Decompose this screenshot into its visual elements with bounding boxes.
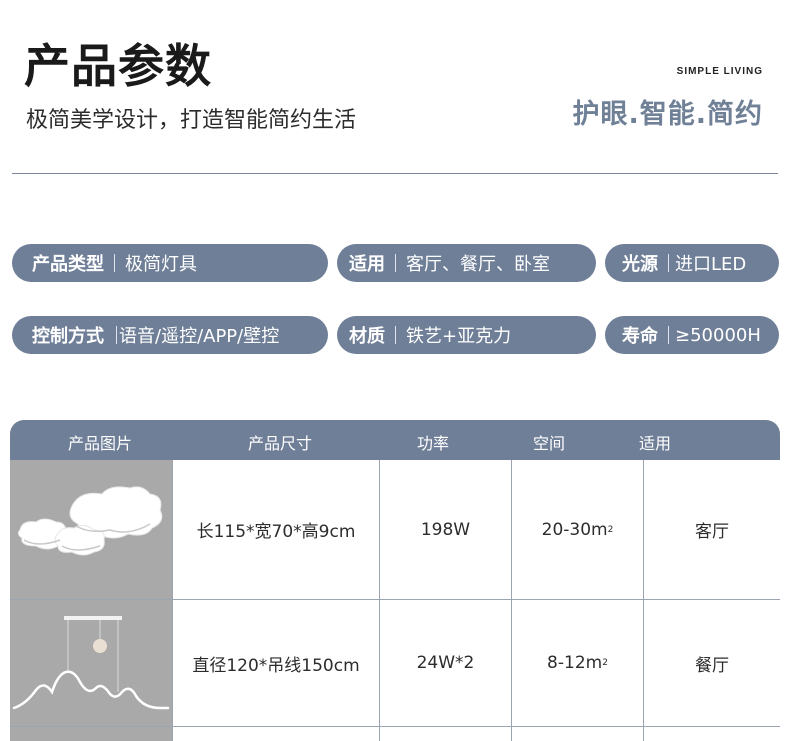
brand-tagline-en: SIMPLE LIVING: [676, 66, 763, 77]
wave-pendant-lamp-icon: [12, 616, 170, 710]
spec-material: 材质 铁艺+亚克力: [337, 316, 596, 354]
column-header-space: 空间: [533, 434, 566, 453]
separator: [395, 254, 396, 272]
spec-control-method: 控制方式 语音/遥控/APP/壁控: [12, 316, 328, 354]
spec-value: 极简灯具: [125, 254, 197, 275]
cloud-ceiling-lamp-icon: [17, 486, 163, 556]
spec-light-source: 光源 进口LED: [605, 244, 779, 282]
power-cell: 24W*2: [416, 653, 475, 673]
separator: [668, 254, 669, 272]
column-header-use: 适用: [639, 434, 672, 453]
power-cell: 198W: [420, 519, 471, 540]
spec-value: 语音/遥控/APP/壁控: [119, 326, 280, 347]
space-value: 8-12m: [547, 653, 603, 673]
table-header: 产品图片 产品尺寸 功率 空间 适用: [10, 420, 780, 460]
brand-tagline-cn: 护眼.智能.简约: [572, 99, 763, 130]
spec-product-type: 产品类型 极简灯具: [12, 244, 328, 282]
column-header-power: 功率: [417, 434, 450, 453]
column-divider: [643, 727, 644, 741]
column-divider: [379, 727, 380, 741]
use-cell: 餐厅: [695, 655, 729, 676]
column-divider: [511, 727, 512, 741]
spec-key: 光源: [622, 254, 658, 275]
spec-value: 铁艺+亚克力: [406, 326, 512, 347]
spec-key: 控制方式: [32, 326, 104, 347]
product-image: [10, 727, 172, 741]
divider: [12, 173, 778, 174]
unit-superscript: 2: [602, 658, 608, 668]
table-row-partial: [10, 727, 780, 741]
size-cell: 直径120*吊线150cm: [192, 655, 360, 676]
product-image: [10, 460, 172, 599]
column-divider: [172, 727, 173, 741]
size-cell: 长115*宽70*高9cm: [196, 522, 356, 542]
space-cell: 8-12m 2: [512, 600, 643, 726]
space-cell: 20-30m 2: [512, 460, 643, 599]
separator: [114, 254, 115, 272]
product-image: [10, 600, 172, 726]
unit-superscript: 2: [607, 524, 614, 535]
column-header-image: 产品图片: [68, 434, 133, 453]
separator: [668, 326, 669, 344]
page-subtitle: 极简美学设计，打造智能简约生活: [26, 108, 357, 133]
spec-value: 进口LED: [675, 254, 747, 275]
column-header-size: 产品尺寸: [248, 434, 313, 453]
spec-key: 产品类型: [32, 254, 104, 275]
use-cell: 客厅: [695, 522, 729, 542]
table-row: 长115*宽70*高9cm 198W 20-30m 2 客厅: [10, 460, 780, 600]
separator: [395, 326, 396, 344]
separator: [116, 326, 117, 344]
spec-value: ≥50000H: [675, 324, 761, 346]
spec-key: 适用: [349, 254, 385, 275]
spec-applicable: 适用 客厅、餐厅、卧室: [337, 244, 596, 282]
spec-value: 客厅、餐厅、卧室: [406, 254, 550, 275]
page-title: 产品参数: [24, 39, 212, 93]
spec-key: 寿命: [622, 326, 658, 347]
spec-lifespan: 寿命 ≥50000H: [605, 316, 779, 354]
space-value: 20-30m: [541, 519, 608, 540]
spec-key: 材质: [349, 326, 385, 347]
table-row: 直径120*吊线150cm 24W*2 8-12m 2 餐厅: [10, 600, 780, 727]
